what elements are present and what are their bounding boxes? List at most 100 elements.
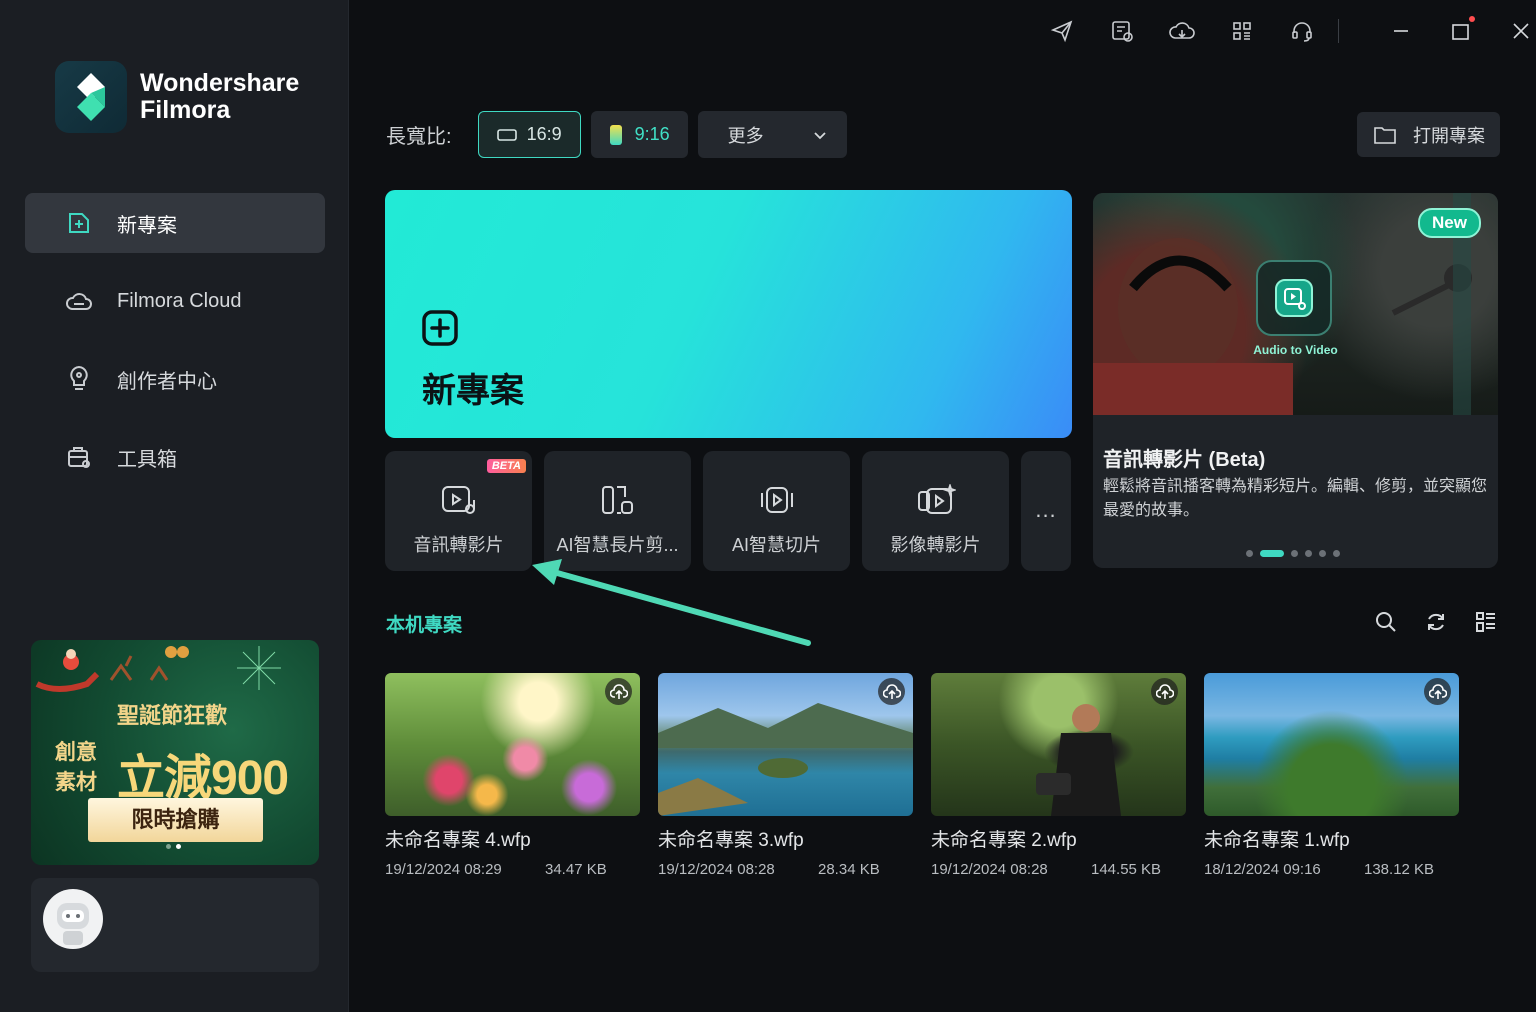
tool-label: AI智慧長片剪...	[556, 535, 679, 555]
sidebar-item-filmora-cloud[interactable]: Filmora Cloud	[25, 271, 325, 331]
promo-carousel-dots[interactable]	[166, 844, 181, 849]
project-date: 19/12/2024 08:28	[658, 861, 775, 878]
ratio-9-16-button[interactable]: 9:16	[590, 111, 688, 158]
image-to-video-icon	[916, 481, 956, 519]
project-name: 未命名專案 3.wfp	[658, 830, 804, 851]
ratio-16-9-button[interactable]: 16:9	[477, 111, 581, 158]
toolbar-divider	[1338, 19, 1339, 43]
send-feedback-icon[interactable]	[1048, 17, 1076, 45]
cloud-sync-icon[interactable]	[1168, 17, 1196, 45]
more-ratios-dropdown[interactable]: 更多	[697, 111, 847, 158]
project-date: 19/12/2024 08:29	[385, 861, 502, 878]
project-name: 未命名專案 4.wfp	[385, 830, 531, 851]
ai-long-video-cut-icon	[598, 481, 638, 519]
cloud-upload-icon[interactable]	[1151, 678, 1178, 705]
tool-image-to-video[interactable]: 影像轉影片	[862, 451, 1009, 571]
cloud-upload-icon[interactable]	[605, 678, 632, 705]
annotation-arrow-icon	[532, 559, 811, 646]
carousel-dot[interactable]	[1246, 550, 1253, 557]
sidebar-item-label: 工具箱	[117, 448, 177, 471]
sidebar-item-label: 新專案	[117, 214, 177, 237]
sidebar-item-new-project[interactable]: 新專案	[25, 193, 325, 253]
search-icon[interactable]	[1373, 609, 1399, 635]
cloud-upload-icon[interactable]	[878, 678, 905, 705]
sleigh-decoration-icon	[35, 646, 281, 692]
landscape-icon	[496, 128, 517, 141]
refresh-icon[interactable]	[1423, 609, 1449, 635]
more-icon: ...	[1035, 497, 1057, 522]
project-size: 138.12 KB	[1364, 861, 1435, 878]
project-thumbnail	[1204, 673, 1459, 816]
ratio-9-16-label: 9:16	[634, 124, 670, 144]
promo-title: 聖誕節狂歡	[117, 703, 228, 728]
sidebar-item-toolbox[interactable]: 工具箱	[25, 427, 325, 487]
forest-photographer-image	[1036, 704, 1121, 816]
sidebar: Wondershare Filmora 新專案 Filmora Cloud 創作…	[0, 0, 349, 1012]
feature-carousel-card[interactable]: New Audio to Video 音訊轉影片 (Beta) 輕鬆將音訊播客轉…	[1093, 193, 1498, 568]
sidebar-item-creator-hub[interactable]: 創作者中心	[25, 349, 325, 409]
add-icon	[422, 310, 458, 346]
sidebar-nav: 新專案 Filmora Cloud 創作者中心 工具箱	[25, 193, 325, 505]
tool-ai-slice[interactable]: AI智慧切片	[703, 451, 850, 571]
tool-audio-to-video[interactable]: BETA 音訊轉影片	[385, 451, 532, 571]
project-card[interactable]: 未命名專案 2.wfp 19/12/2024 08:28 144.55 KB	[931, 673, 1186, 878]
folder-icon	[1374, 126, 1396, 144]
carousel-dot[interactable]	[1319, 550, 1326, 557]
maximize-icon[interactable]	[1447, 16, 1475, 45]
new-project-hero[interactable]: 新專案	[385, 190, 1072, 438]
ai-slice-icon	[757, 481, 797, 519]
lake-scene-image	[658, 703, 913, 816]
apps-grid-icon[interactable]	[1228, 17, 1256, 45]
filmora-logo-icon	[55, 61, 127, 133]
promo-side-text: 創意素材	[55, 741, 97, 794]
feature-title: 音訊轉影片 (Beta)	[1103, 449, 1266, 471]
carousel-dots[interactable]	[1246, 550, 1340, 557]
feature-description: 輕鬆將音訊播客轉為精彩短片。編輯、修剪，並突顯您最愛的故事。	[1103, 478, 1488, 519]
sidebar-item-label: 創作者中心	[117, 370, 217, 393]
project-size: 34.47 KB	[545, 861, 607, 878]
tool-label: AI智慧切片	[731, 535, 821, 555]
more-tools-button[interactable]: ...	[1021, 451, 1071, 571]
quick-tools: BETA 音訊轉影片 AI智慧長片剪... AI智慧切片 影像轉影片 ...	[385, 451, 1083, 571]
project-date: 19/12/2024 08:28	[931, 861, 1048, 878]
carousel-dot-active[interactable]	[1260, 550, 1284, 557]
schedule-icon[interactable]	[1108, 17, 1136, 45]
app-logo: Wondershare Filmora	[55, 61, 299, 133]
avatar[interactable]	[43, 889, 103, 949]
christmas-promo-banner[interactable]: 聖誕節狂歡 創意素材 立減900 限時搶購	[31, 640, 319, 865]
list-view-icon[interactable]	[1473, 609, 1499, 635]
project-size: 144.55 KB	[1091, 861, 1162, 878]
project-name: 未命名專案 1.wfp	[1204, 830, 1350, 851]
chip-label: Audio to Video	[1253, 343, 1338, 357]
project-card[interactable]: 未命名專案 1.wfp 18/12/2024 09:16 138.12 KB	[1204, 673, 1459, 878]
carousel-dot[interactable]	[1291, 550, 1298, 557]
more-ratios-label: 更多	[727, 125, 764, 146]
project-card[interactable]: 未命名專案 3.wfp 19/12/2024 08:28 28.34 KB	[658, 673, 913, 878]
open-project-button[interactable]: 打開專案	[1357, 112, 1500, 157]
portrait-icon	[609, 124, 622, 145]
aspect-ratio-row: 長寬比: 16:9 9:16 更多	[386, 111, 847, 158]
beta-badge: BETA	[486, 459, 526, 473]
aspect-ratio-label: 長寬比:	[386, 126, 452, 148]
tool-label: 影像轉影片	[890, 535, 981, 555]
title-bar	[1048, 16, 1535, 45]
project-size: 28.34 KB	[818, 861, 880, 878]
project-card[interactable]: 未命名專案 4.wfp 19/12/2024 08:29 34.47 KB	[385, 673, 640, 878]
carousel-dot[interactable]	[1333, 550, 1340, 557]
project-thumbnail	[931, 673, 1186, 816]
cloud-upload-icon[interactable]	[1424, 678, 1451, 705]
tool-ai-long-video-cut[interactable]: AI智慧長片剪...	[544, 451, 691, 571]
headset-icon[interactable]	[1288, 17, 1316, 45]
new-badge: New	[1418, 208, 1481, 238]
notification-dot	[1469, 16, 1475, 22]
minimize-icon[interactable]	[1387, 17, 1415, 45]
local-projects-tools	[1373, 609, 1499, 635]
close-icon[interactable]	[1507, 17, 1535, 45]
cloud-icon	[65, 287, 93, 315]
project-thumbnail	[385, 673, 640, 816]
brand-line1: Wondershare	[140, 69, 300, 97]
ratio-16-9-label: 16:9	[526, 124, 562, 144]
carousel-dot[interactable]	[1305, 550, 1312, 557]
promo-buy-button[interactable]: 限時搶購	[88, 798, 263, 842]
user-account-panel[interactable]	[31, 878, 319, 972]
